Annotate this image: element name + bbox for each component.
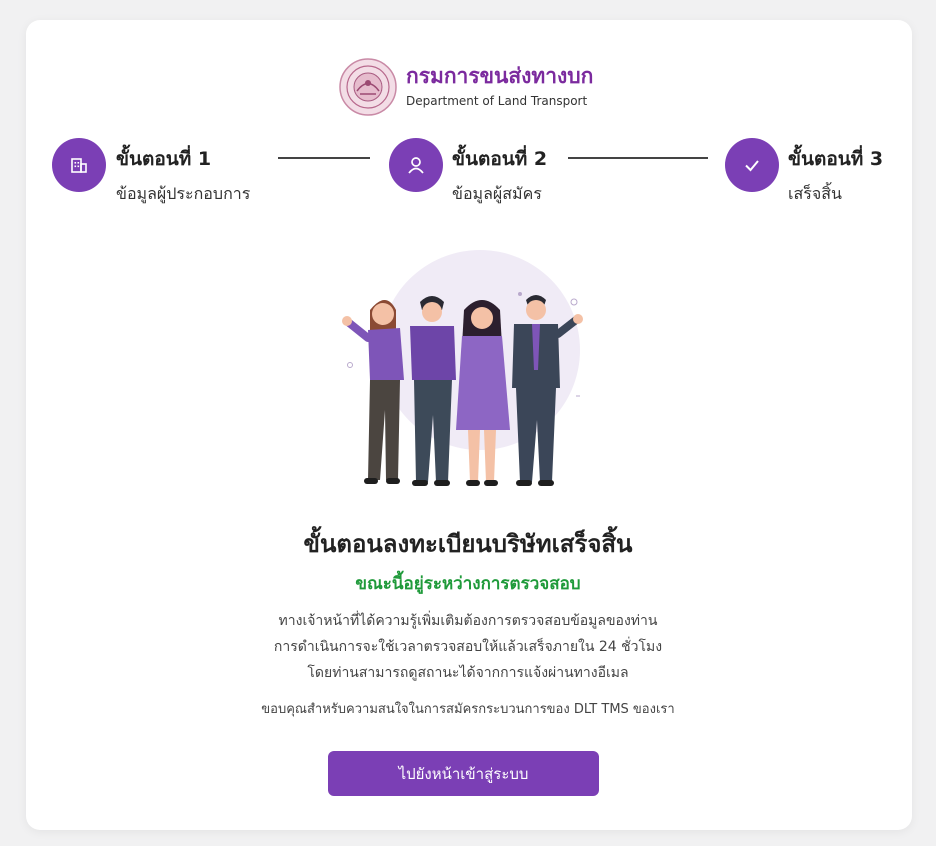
step-3-indicator bbox=[725, 138, 779, 192]
step-1-subtitle: ข้อมูลผู้ประกอบการ bbox=[116, 184, 251, 203]
completion-title: ขั้นตอนลงทะเบียนบริษัทเสร็จสิ้น bbox=[303, 530, 633, 558]
step-3-subtitle: เสร็จสิ้น bbox=[788, 184, 842, 203]
step-3-title: ขั้นตอนที่ 3 bbox=[788, 148, 884, 170]
go-to-login-button[interactable]: ไปยังหน้าเข้าสู่ระบบ bbox=[328, 751, 599, 796]
agency-name-en: Department of Land Transport bbox=[406, 94, 588, 108]
step-2-subtitle: ข้อมูลผู้สมัคร bbox=[452, 184, 542, 203]
user-icon bbox=[408, 157, 424, 174]
agency-name-th: กรมการขนส่งทางบก bbox=[406, 64, 594, 88]
step-1-indicator bbox=[52, 138, 106, 192]
dlt-seal-logo bbox=[339, 58, 397, 116]
step-connector-1 bbox=[278, 157, 370, 159]
step-connector-2 bbox=[568, 157, 708, 159]
check-icon bbox=[745, 160, 759, 172]
thank-you-note: ขอบคุณสำหรับความสนใจในการสมัครกระบวนการข… bbox=[261, 702, 675, 717]
description-line-2: การดำเนินการจะใช้เวลาตรวจสอบให้แล้วเสร็จ… bbox=[273, 639, 663, 655]
step-2-indicator bbox=[389, 138, 443, 192]
description-line-3: โดยท่านสามารถดูสถานะได้จากการแจ้งผ่านทาง… bbox=[307, 665, 629, 681]
description-line-1: ทางเจ้าหน้าที่ได้ความรู้เพิ่มเติมต้องการ… bbox=[278, 613, 658, 629]
building-icon bbox=[71, 158, 87, 173]
step-2-title: ขั้นตอนที่ 2 bbox=[452, 148, 548, 170]
step-1-title: ขั้นตอนที่ 1 bbox=[116, 148, 212, 170]
review-status: ขณะนี้อยู่ระหว่างการตรวจสอบ bbox=[355, 574, 581, 594]
team-celebration-illustration bbox=[342, 250, 583, 486]
